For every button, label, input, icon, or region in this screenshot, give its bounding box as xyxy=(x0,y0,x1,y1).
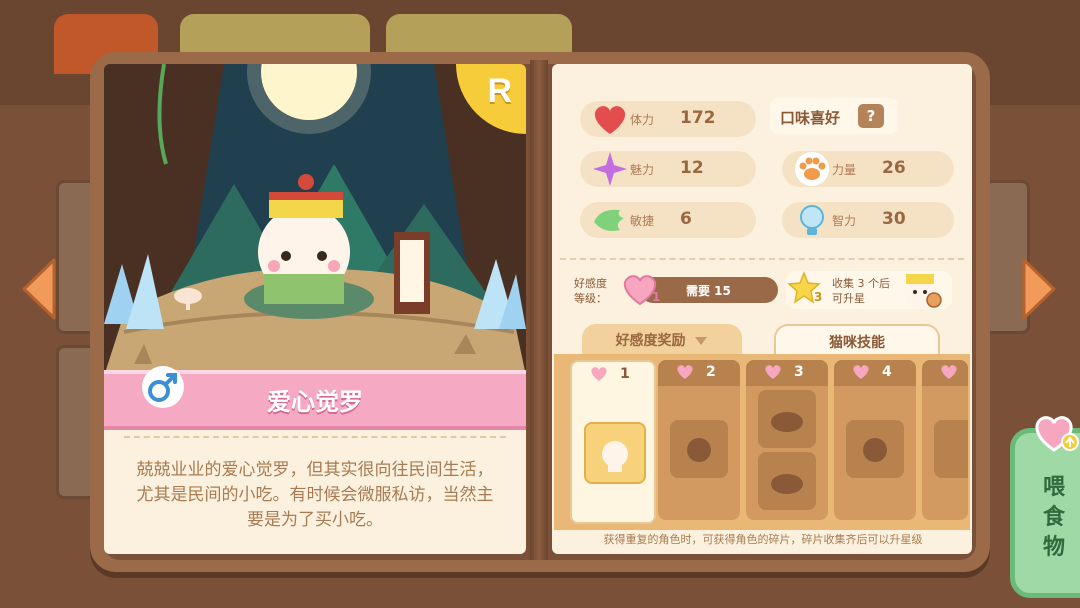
reward-card[interactable]: 4 xyxy=(834,360,916,520)
reward-card[interactable]: 1 xyxy=(570,360,656,524)
taste-label: 口味喜好 xyxy=(780,109,841,127)
stat-value: 26 xyxy=(882,158,906,178)
reward-item-slot[interactable] xyxy=(670,420,728,478)
stat-value: 12 xyxy=(680,158,704,178)
locked-cat-icon xyxy=(771,474,803,494)
reward-level: 3 xyxy=(794,364,804,380)
sparkle-icon xyxy=(593,152,627,186)
tab-label: 好感度奖励 xyxy=(615,333,686,349)
reward-level: 4 xyxy=(882,364,892,380)
reward-card[interactable]: 5 xyxy=(922,360,968,520)
reward-level: 1 xyxy=(620,366,630,382)
description-text: 兢兢业业的爱心觉罗，但其实很向往民间生活，尤其是民间的小吃。有时候会微服私访，当… xyxy=(136,460,494,530)
heart-icon xyxy=(591,367,607,381)
stat-value: 6 xyxy=(680,209,692,229)
book-spine xyxy=(530,60,548,560)
reward-item-slot[interactable] xyxy=(934,420,968,478)
locked-cat-icon xyxy=(771,412,803,432)
stat-label: 魅力 xyxy=(630,163,655,177)
heart-icon xyxy=(765,365,781,379)
locked-cat-icon xyxy=(863,438,887,462)
rarity-label: R xyxy=(487,72,512,110)
reward-card[interactable]: 3 xyxy=(746,360,828,520)
heart-up-icon xyxy=(1035,416,1079,452)
stat-label: 智力 xyxy=(832,214,857,228)
feed-label: 喂食物 xyxy=(1042,475,1065,560)
stat-label: 敏捷 xyxy=(630,214,655,228)
stat-strength: 力量 26 xyxy=(782,151,954,187)
next-arrow-icon[interactable] xyxy=(1022,258,1058,320)
wing-icon xyxy=(594,209,624,231)
affection-level: 1 xyxy=(652,290,661,304)
reward-item-slot[interactable] xyxy=(846,420,904,478)
collect-text: 收集 3 个后可升星 xyxy=(832,277,890,305)
stat-value: 172 xyxy=(680,108,716,128)
reward-level: 2 xyxy=(706,364,716,380)
affection-progress-bar: 需要 15 xyxy=(640,277,778,303)
stat-label: 力量 xyxy=(832,163,857,177)
tab-label: 猫咪技能 xyxy=(829,335,885,351)
heart-icon xyxy=(941,365,957,379)
footer-hint: 获得重复的角色时，可获得角色的碎片，碎片收集齐后可以升星级 xyxy=(556,530,970,550)
heart-icon xyxy=(677,365,693,379)
star-level: 3 xyxy=(814,290,823,304)
locked-cat-icon xyxy=(687,438,711,462)
cat-avatar-icon xyxy=(904,274,942,308)
taste-preference: 口味喜好 ? xyxy=(770,98,898,134)
character-portrait: R xyxy=(104,64,526,376)
dropdown-icon xyxy=(695,337,708,345)
affection-label: 好感度等级： xyxy=(574,277,607,305)
affection-need-text: 需要 15 xyxy=(686,284,731,298)
paw-icon xyxy=(795,152,829,186)
stat-stamina: 体力 172 xyxy=(580,101,756,137)
male-gender-icon xyxy=(142,366,184,408)
stat-charm: 魅力 12 xyxy=(580,151,756,187)
stat-label: 体力 xyxy=(630,113,655,127)
section-divider xyxy=(560,258,964,260)
prev-arrow-icon[interactable] xyxy=(20,258,56,320)
character-page: R 爱心觉罗 兢兢业业的爱心觉罗，但其实很向往民间生活，尤其是民间的小吃。有时候… xyxy=(104,64,526,554)
stat-value: 30 xyxy=(882,209,906,229)
character-description: 兢兢业业的爱心觉罗，但其实很向往民间生活，尤其是民间的小吃。有时候会微服私访，当… xyxy=(124,436,506,542)
heart-icon xyxy=(853,365,869,379)
stat-agility: 敏捷 6 xyxy=(580,202,756,238)
reward-item-slot[interactable] xyxy=(758,390,816,448)
reward-item-slot[interactable] xyxy=(584,422,646,484)
taste-help-button[interactable]: ? xyxy=(858,104,884,128)
reward-card[interactable]: 2 xyxy=(658,360,740,520)
reward-item-slot[interactable] xyxy=(758,452,816,510)
stat-intellect: 智力 30 xyxy=(782,202,954,238)
heart-icon xyxy=(594,106,626,134)
cat-reward-icon xyxy=(602,441,628,472)
lightbulb-icon xyxy=(800,205,824,235)
